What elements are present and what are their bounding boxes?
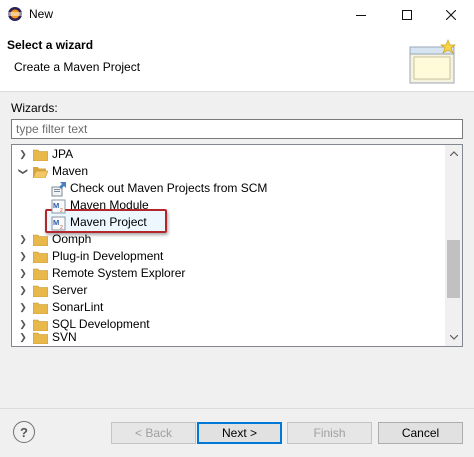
banner-description: Create a Maven Project bbox=[14, 60, 141, 74]
tree-item-label: Server bbox=[52, 283, 88, 297]
new-wizard-icon bbox=[409, 39, 457, 84]
title-bar: New bbox=[0, 0, 474, 29]
tree-item-label: SonarLint bbox=[52, 300, 104, 314]
banner-title: Select a wizard bbox=[7, 38, 94, 52]
tree-scrollbar[interactable] bbox=[445, 145, 462, 346]
chevron-right-icon[interactable]: ❯ bbox=[18, 265, 28, 282]
window-title: New bbox=[29, 7, 54, 21]
maven-icon: M 2 bbox=[51, 216, 66, 231]
tree-item-checkout-maven-scm[interactable]: Check out Maven Projects from SCM bbox=[12, 180, 447, 197]
folder-icon bbox=[33, 251, 48, 263]
tree-item-label: Maven Module bbox=[70, 198, 149, 212]
cancel-button[interactable]: Cancel bbox=[378, 422, 463, 444]
checkout-icon bbox=[51, 182, 66, 197]
minimize-button[interactable] bbox=[338, 0, 384, 29]
back-button[interactable]: < Back bbox=[111, 422, 196, 444]
help-icon: ? bbox=[20, 424, 28, 440]
close-icon bbox=[446, 9, 456, 20]
chevron-right-icon[interactable]: ❯ bbox=[18, 146, 28, 163]
folder-open-icon bbox=[33, 167, 48, 178]
tree-item-label: JPA bbox=[52, 147, 74, 161]
next-button[interactable]: Next > bbox=[197, 422, 282, 444]
tree-item-server[interactable]: ❯ Server bbox=[12, 282, 447, 299]
tree-item-jpa[interactable]: ❯ JPA bbox=[12, 146, 447, 163]
tree-item-label: SVN bbox=[52, 330, 77, 344]
wizard-tree[interactable]: ❯ JPA ❯ Maven Check out Maven Projects f… bbox=[11, 144, 463, 347]
tree-item-label: Maven bbox=[52, 164, 89, 178]
svg-text:M: M bbox=[53, 218, 59, 227]
svg-text:M: M bbox=[53, 201, 59, 210]
tree-item-label: Maven Project bbox=[70, 215, 147, 229]
tree-item-label: Oomph bbox=[52, 232, 92, 246]
eclipse-icon bbox=[8, 7, 22, 21]
tree-item-maven[interactable]: ❯ Maven bbox=[12, 163, 447, 180]
chevron-right-icon[interactable]: ❯ bbox=[18, 248, 28, 265]
finish-button[interactable]: Finish bbox=[287, 422, 372, 444]
folder-icon bbox=[33, 285, 48, 297]
maximize-icon bbox=[402, 9, 412, 20]
tree-item-label: Check out Maven Projects from SCM bbox=[70, 181, 268, 195]
tree-item-label: Remote System Explorer bbox=[52, 266, 186, 280]
button-bar-divider bbox=[0, 408, 474, 409]
folder-icon bbox=[33, 268, 48, 280]
maximize-button[interactable] bbox=[384, 0, 430, 29]
filter-input[interactable] bbox=[11, 119, 463, 139]
tree-item-remote-system-explorer[interactable]: ❯ Remote System Explorer bbox=[12, 265, 447, 282]
tree-item-oomph[interactable]: ❯ Oomph bbox=[12, 231, 447, 248]
maven-icon: M 2 bbox=[51, 199, 66, 214]
close-button[interactable] bbox=[428, 0, 474, 29]
wizards-label: Wizards: bbox=[11, 101, 58, 115]
tree-item-label: Plug-in Development bbox=[52, 249, 164, 263]
tree-item-plugin-development[interactable]: ❯ Plug-in Development bbox=[12, 248, 447, 265]
chevron-right-icon[interactable]: ❯ bbox=[18, 329, 28, 346]
tree-item-sonarlint[interactable]: ❯ SonarLint bbox=[12, 299, 447, 316]
chevron-right-icon[interactable]: ❯ bbox=[18, 231, 28, 248]
folder-icon bbox=[33, 302, 48, 314]
minimize-icon bbox=[356, 14, 366, 16]
wizard-banner: Select a wizard Create a Maven Project bbox=[0, 29, 474, 92]
folder-icon bbox=[33, 149, 48, 161]
scroll-down-button[interactable] bbox=[445, 329, 462, 346]
folder-icon bbox=[33, 234, 48, 246]
chevron-up-icon bbox=[449, 151, 458, 156]
scroll-thumb[interactable] bbox=[447, 240, 460, 298]
help-button[interactable]: ? bbox=[13, 421, 35, 443]
tree-item-maven-module[interactable]: M 2 Maven Module bbox=[12, 197, 447, 214]
tree-item-svn[interactable]: ❯ SVN bbox=[12, 329, 447, 346]
chevron-down-icon[interactable]: ❯ bbox=[15, 167, 32, 177]
tree-item-maven-project[interactable]: M 2 Maven Project bbox=[12, 214, 447, 231]
scroll-up-button[interactable] bbox=[445, 145, 462, 162]
chevron-down-icon bbox=[449, 335, 458, 340]
chevron-right-icon[interactable]: ❯ bbox=[18, 282, 28, 299]
chevron-right-icon[interactable]: ❯ bbox=[18, 299, 28, 316]
folder-icon bbox=[33, 332, 48, 344]
